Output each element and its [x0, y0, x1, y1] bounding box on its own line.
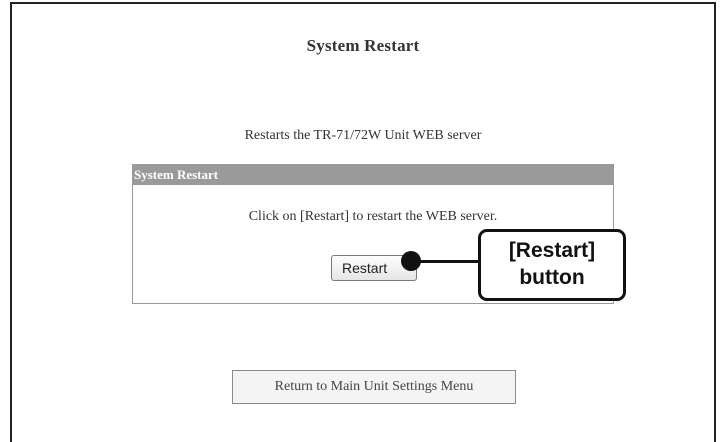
- return-to-main-menu-button[interactable]: Return to Main Unit Settings Menu: [232, 370, 516, 404]
- callout-line-2: button: [519, 266, 585, 289]
- panel-header: System Restart: [133, 165, 613, 185]
- callout-dot: [401, 251, 421, 271]
- restart-button-callout: [Restart] button: [478, 229, 626, 301]
- page-frame: System Restart Restarts the TR-71/72W Un…: [10, 2, 716, 442]
- page-subtitle: Restarts the TR-71/72W Unit WEB server: [244, 128, 482, 143]
- callout-connector-line: [418, 260, 480, 263]
- callout-line-1: [Restart]: [508, 239, 596, 262]
- page-title: System Restart: [306, 36, 420, 55]
- restart-instructions: Click on [Restart] to restart the WEB se…: [248, 209, 498, 224]
